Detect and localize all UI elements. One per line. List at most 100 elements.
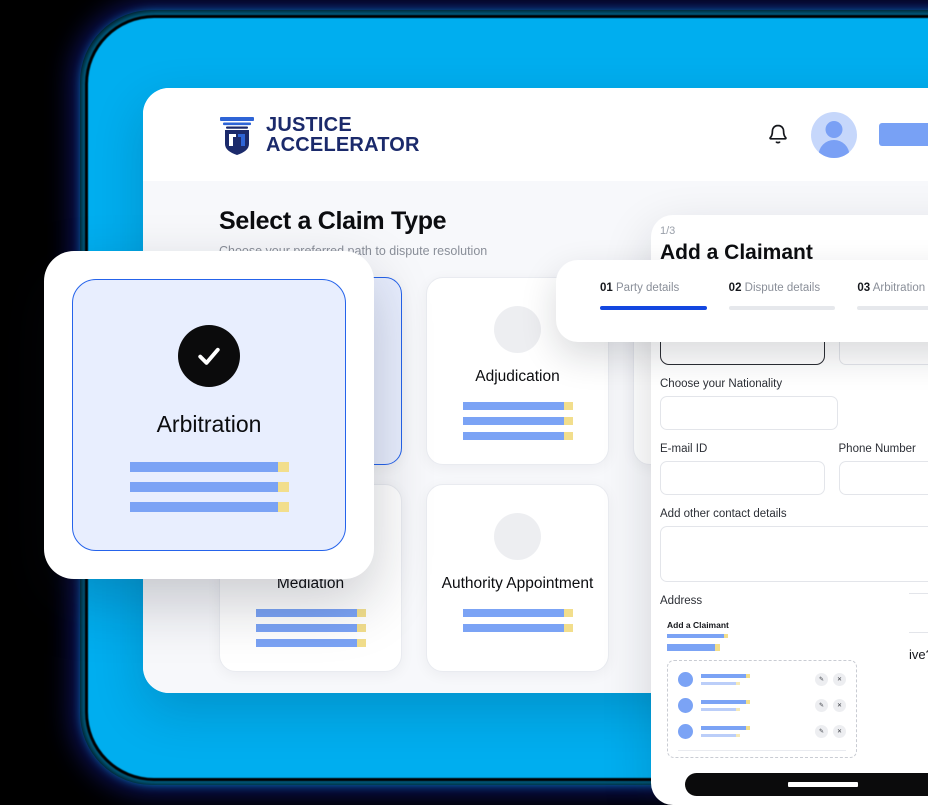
placeholder-line: [255, 609, 366, 617]
claim-card-title: Adjudication: [475, 368, 560, 385]
step-label: 01 Party details: [600, 282, 707, 294]
edit-icon[interactable]: ✎: [815, 725, 828, 738]
placeholder-line: [462, 624, 573, 632]
list-item-actions: ✎ ✕: [815, 673, 846, 686]
placeholder-line: [129, 462, 289, 472]
placeholder-line: [701, 700, 750, 704]
placeholder-line: [462, 432, 573, 440]
placeholder-line: [462, 402, 573, 410]
divider-line: [909, 632, 928, 633]
placeholder-line: [462, 417, 573, 425]
delete-icon[interactable]: ✕: [833, 699, 846, 712]
floating-arbitration-card[interactable]: Arbitration: [44, 251, 374, 579]
step-progress-bar: [600, 306, 707, 310]
brand-name: JUSTICE ACCELERATOR: [266, 115, 420, 155]
mini-card-title: Add a Claimant: [667, 620, 729, 630]
step-label: 03 Arbitration Det: [857, 282, 928, 294]
app-header: JUSTICE ACCELERATOR: [143, 88, 928, 181]
list-item-lines: [701, 726, 750, 737]
nationality-label: Choose your Nationality: [660, 378, 783, 390]
placeholder-line: [255, 624, 366, 632]
email-input[interactable]: [660, 461, 825, 495]
mini-add-claimant-card: Add a Claimant ✎ ✕ ✎ ✕ ✎ ✕: [667, 620, 857, 758]
placeholder-circle-icon: [494, 306, 541, 353]
avatar: [678, 724, 693, 739]
delete-icon[interactable]: ✕: [833, 673, 846, 686]
list-item[interactable]: ✎ ✕: [678, 724, 846, 739]
placeholder-line: [667, 634, 857, 638]
header-action-pill[interactable]: [879, 123, 928, 146]
list-item-lines: [701, 674, 750, 685]
claim-card-authority-appointment[interactable]: Authority Appointment: [426, 484, 609, 672]
step-number: 03: [857, 282, 871, 294]
panel-footer: [651, 773, 928, 796]
brand-name-line2: ACCELERATOR: [266, 133, 420, 156]
step-progress-bar: [728, 306, 836, 310]
other-contact-textarea[interactable]: [660, 526, 928, 582]
placeholder-line: [462, 609, 573, 617]
step-progress-bar: [857, 306, 928, 310]
header-actions: [767, 111, 928, 158]
bell-icon[interactable]: [767, 123, 789, 147]
avatar-head: [825, 120, 843, 138]
phone-input[interactable]: [838, 461, 928, 495]
email-label: E-mail ID: [660, 443, 708, 455]
submit-button[interactable]: [684, 773, 928, 796]
step-text: Arbitration Det: [872, 282, 928, 294]
step-number: 01: [600, 282, 613, 294]
claimant-form: Choose your Nationality E-mail ID Phone …: [660, 331, 928, 607]
check-circle-icon: [178, 325, 240, 387]
placeholder-line: [701, 674, 750, 678]
list-item[interactable]: ✎ ✕: [678, 672, 846, 687]
divider-line: [678, 750, 846, 751]
floating-card-title: Arbitration: [156, 411, 262, 437]
tab-dispute-details[interactable]: 02 Dispute details: [728, 282, 836, 342]
step-text: Dispute details: [744, 282, 821, 294]
tab-party-details[interactable]: 01 Party details: [600, 282, 707, 342]
claim-card-title: Authority Appointment: [441, 575, 594, 592]
address-label: Address: [660, 595, 703, 607]
avatar: [678, 698, 693, 713]
claim-card-lines: [255, 609, 366, 647]
list-item[interactable]: ✎ ✕: [678, 698, 846, 713]
button-label-placeholder: [787, 782, 858, 787]
list-item-actions: ✎ ✕: [815, 725, 846, 738]
nationality-input[interactable]: [660, 396, 838, 430]
avatar-body: [818, 139, 850, 158]
justice-pillar-icon: [219, 115, 255, 155]
form-row-contact: E-mail ID Phone Number: [660, 443, 928, 495]
brand-logo[interactable]: JUSTICE ACCELERATOR: [219, 115, 420, 155]
placeholder-line: [255, 639, 366, 647]
placeholder-line: [701, 726, 750, 730]
placeholder-line: [701, 734, 750, 737]
step-number: 02: [728, 282, 742, 294]
step-text: Party details: [616, 282, 680, 294]
floating-arbitration-inner: Arbitration: [72, 279, 346, 551]
list-item-actions: ✎ ✕: [815, 699, 846, 712]
placeholder-line: [701, 708, 750, 711]
delete-icon[interactable]: ✕: [833, 725, 846, 738]
claim-card-lines: [462, 402, 573, 440]
edit-icon[interactable]: ✎: [815, 673, 828, 686]
tab-arbitration-details[interactable]: 03 Arbitration Det: [857, 282, 928, 342]
step-label: 02 Dispute details: [729, 282, 836, 294]
claimant-list: ✎ ✕ ✎ ✕ ✎ ✕: [667, 660, 857, 758]
avatar: [678, 672, 693, 687]
placeholder-line: [129, 502, 289, 512]
list-item-lines: [701, 700, 750, 711]
step-counter: 1/3: [660, 225, 676, 237]
placeholder-line: [129, 482, 289, 492]
floating-card-lines: [129, 462, 289, 512]
placeholder-line: [667, 644, 857, 651]
claim-card-lines: [462, 609, 573, 632]
edit-icon[interactable]: ✎: [815, 699, 828, 712]
phone-label: Phone Number: [838, 443, 916, 455]
placeholder-circle-icon: [494, 513, 541, 560]
brand-name-line1: JUSTICE: [266, 113, 352, 136]
placeholder-line: [701, 682, 750, 685]
user-avatar-icon[interactable]: [811, 111, 857, 158]
screenshot-stage: JUSTICE ACCELERATOR Select a Claim Type …: [0, 0, 928, 805]
wizard-stepper: 01 Party details 02 Dispute details 03 A…: [556, 260, 928, 342]
representative-question: ive?: [909, 647, 928, 662]
other-contact-label: Add other contact details: [660, 508, 787, 520]
